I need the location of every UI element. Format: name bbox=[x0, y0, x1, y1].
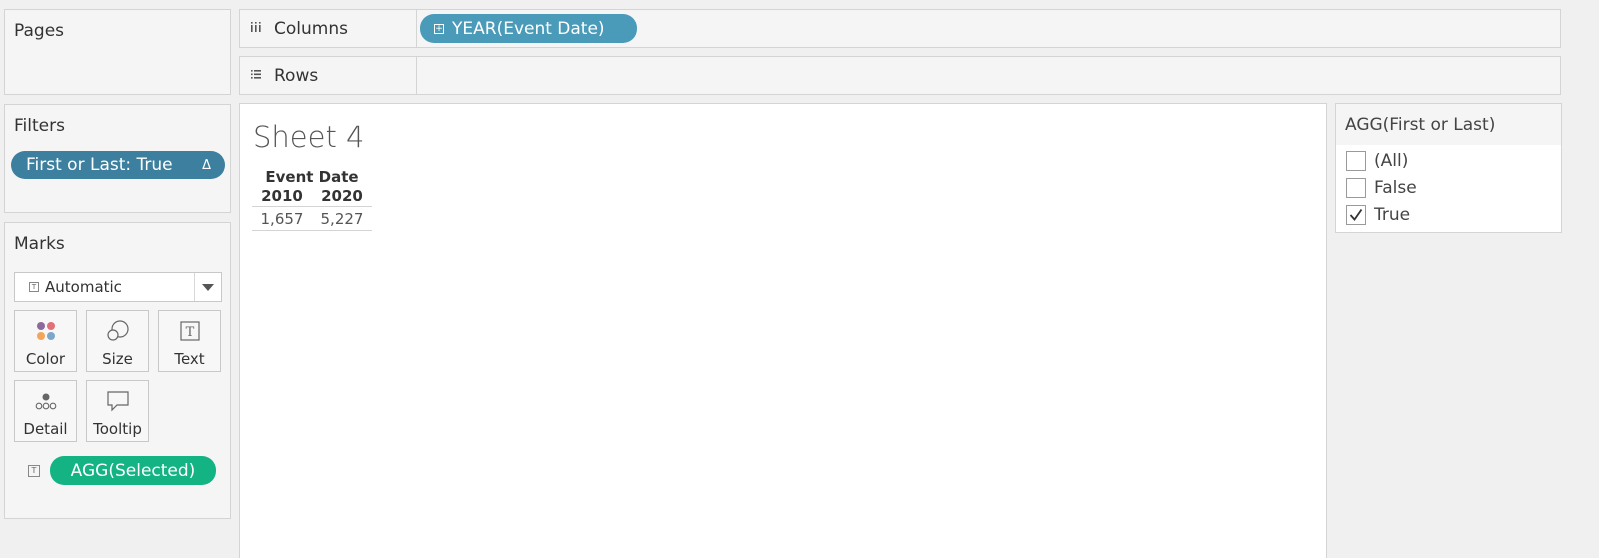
expand-icon: + bbox=[434, 23, 444, 34]
quick-filter-panel[interactable]: AGG(First or Last) (All) False True bbox=[1335, 103, 1562, 233]
columns-shelf[interactable]: Columns + YEAR(Event Date) bbox=[239, 9, 1561, 48]
filter-option-false[interactable]: False bbox=[1346, 176, 1417, 200]
agg-selected-label: AGG(Selected) bbox=[70, 460, 196, 481]
year-event-date-pill[interactable]: + YEAR(Event Date) bbox=[420, 14, 637, 43]
cell-value-2010[interactable]: 1,657 bbox=[252, 210, 312, 228]
filter-option-label: True bbox=[1374, 205, 1411, 225]
filter-option-label: False bbox=[1374, 178, 1417, 198]
text-field-icon: T bbox=[28, 465, 40, 477]
svg-text:T: T bbox=[185, 325, 194, 340]
delta-icon: Δ bbox=[202, 157, 211, 173]
color-icon bbox=[15, 320, 76, 342]
size-icon bbox=[87, 320, 148, 342]
rows-label: Rows bbox=[274, 65, 319, 86]
rows-shelf-label: Rows bbox=[240, 57, 417, 94]
pages-panel[interactable]: Pages bbox=[4, 9, 231, 95]
filter-pill-label: First or Last: True bbox=[26, 155, 173, 175]
mark-type-dropdown[interactable]: T Automatic bbox=[14, 272, 222, 302]
filter-option-all[interactable]: (All) bbox=[1346, 149, 1408, 173]
text-label: Text bbox=[174, 350, 205, 368]
text-button[interactable]: T Text bbox=[158, 310, 221, 372]
column-header-title: Event Date bbox=[265, 168, 359, 186]
marks-panel[interactable]: Marks T Automatic Color Size T Text Deta… bbox=[4, 222, 231, 519]
cell-value-2020[interactable]: 5,227 bbox=[312, 210, 372, 228]
quick-filter-header: AGG(First or Last) bbox=[1336, 104, 1561, 145]
checkbox-false[interactable] bbox=[1346, 178, 1366, 198]
column-header-2010[interactable]: 2010 bbox=[252, 187, 312, 206]
columns-shelf-label: Columns bbox=[240, 10, 417, 47]
checkmark-icon bbox=[1349, 208, 1363, 221]
sheet-view[interactable]: Sheet 4 Event Date 2010 2020 1,657 5,227 bbox=[239, 103, 1327, 558]
size-label: Size bbox=[102, 350, 133, 368]
marks-title: Marks bbox=[14, 234, 65, 254]
color-label: Color bbox=[25, 350, 66, 368]
size-button[interactable]: Size bbox=[86, 310, 149, 372]
checkbox-all[interactable] bbox=[1346, 151, 1366, 171]
filter-option-label: (All) bbox=[1374, 151, 1409, 171]
dropdown-divider bbox=[194, 273, 195, 301]
rows-shelf[interactable]: Rows bbox=[239, 56, 1561, 95]
detail-icon bbox=[15, 390, 76, 412]
filters-title: Filters bbox=[14, 116, 65, 136]
sheet-title: Sheet 4 bbox=[253, 120, 365, 154]
tooltip-button[interactable]: Tooltip bbox=[86, 380, 149, 442]
tooltip-icon bbox=[87, 390, 148, 412]
column-header-2020[interactable]: 2020 bbox=[312, 187, 372, 206]
color-button[interactable]: Color bbox=[14, 310, 77, 372]
agg-selected-pill[interactable]: AGG(Selected) bbox=[50, 456, 216, 485]
filters-panel[interactable]: Filters First or Last: True Δ bbox=[4, 104, 231, 213]
columns-icon bbox=[250, 21, 264, 36]
filter-option-true[interactable]: True bbox=[1346, 203, 1410, 227]
pages-title: Pages bbox=[14, 21, 65, 41]
crosstab[interactable]: Event Date 2010 2020 1,657 5,227 bbox=[252, 168, 372, 231]
mark-type-label: Automatic bbox=[45, 278, 122, 296]
text-mark-icon: T bbox=[29, 282, 39, 292]
table-row: 1,657 5,227 bbox=[252, 207, 372, 231]
chevron-down-icon[interactable] bbox=[202, 284, 214, 291]
quick-filter-title: AGG(First or Last) bbox=[1345, 115, 1496, 135]
column-header-row: 2010 2020 bbox=[252, 187, 372, 207]
detail-button[interactable]: Detail bbox=[14, 380, 77, 442]
filter-pill-first-or-last[interactable]: First or Last: True Δ bbox=[11, 151, 225, 179]
checkbox-true[interactable] bbox=[1346, 205, 1366, 225]
year-event-date-label: YEAR(Event Date) bbox=[452, 18, 605, 39]
detail-label: Detail bbox=[23, 420, 68, 438]
text-icon: T bbox=[159, 320, 220, 342]
columns-label: Columns bbox=[274, 18, 348, 39]
tooltip-label: Tooltip bbox=[93, 420, 142, 438]
rows-icon bbox=[250, 68, 264, 83]
